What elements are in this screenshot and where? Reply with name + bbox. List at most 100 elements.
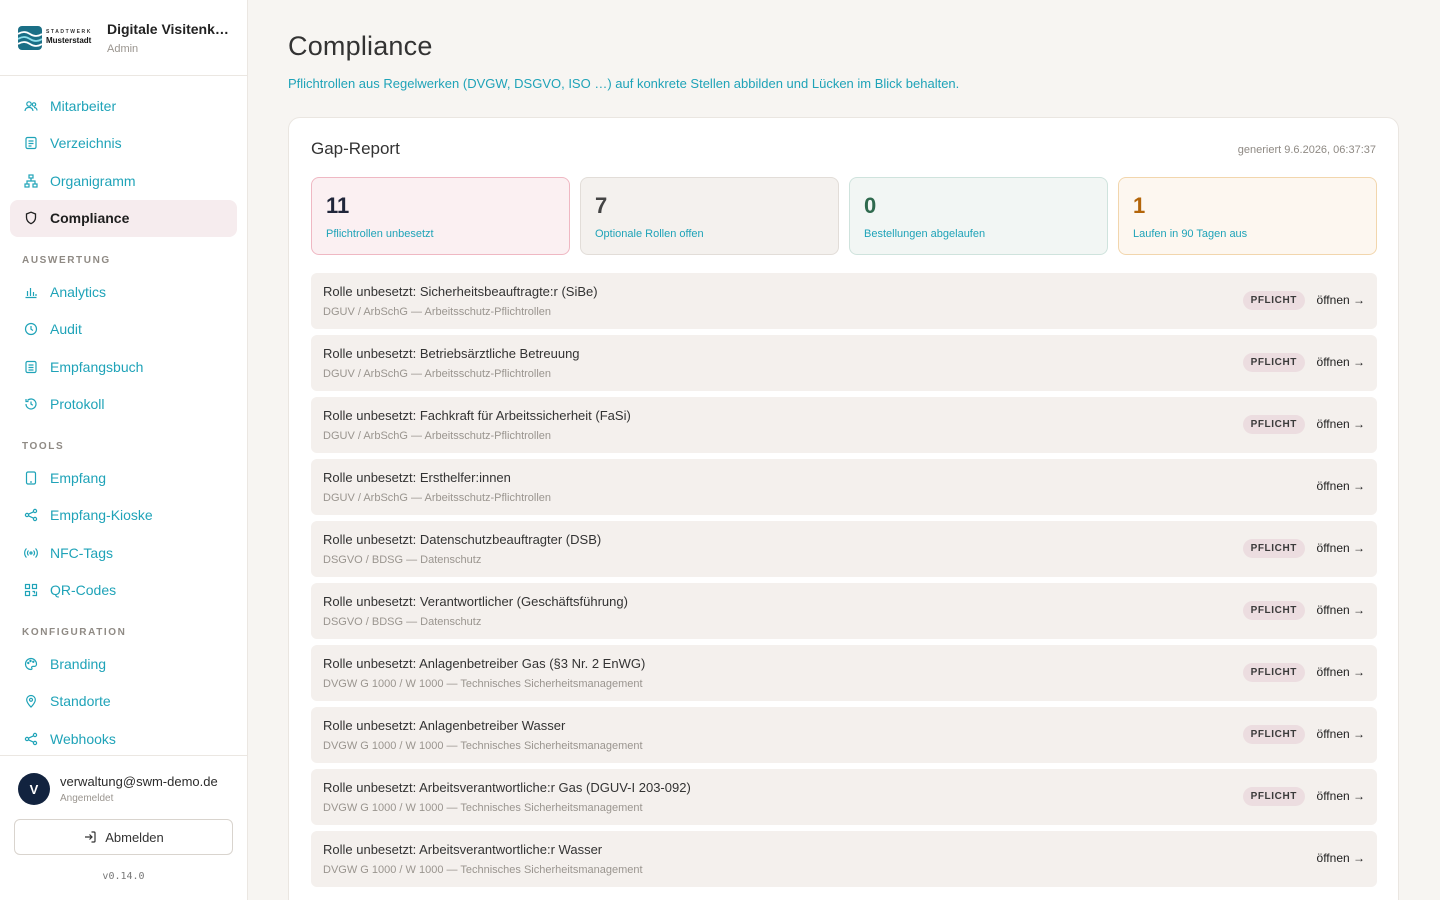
sidebar-item-audit[interactable]: Audit <box>10 311 237 349</box>
required-badge: PFLICHT <box>1242 353 1305 372</box>
gap-row-title: Rolle unbesetzt: Sicherheitsbeauftragte:… <box>323 284 598 299</box>
gap-row-title: Rolle unbesetzt: Fachkraft für Arbeitssi… <box>323 408 631 423</box>
gap-row[interactable]: Rolle unbesetzt: Anlagenbetreiber Gas (§… <box>311 645 1377 701</box>
sidebar-item-label: Audit <box>50 321 82 338</box>
gap-row-source: DSGVO / BDSG — Datenschutz <box>323 554 482 566</box>
stat-card-expiring-soon: 1 Laufen in 90 Tagen aus <box>1118 177 1377 255</box>
stat-card-required-unfilled: 11 Pflichtrollen unbesetzt <box>311 177 570 255</box>
gap-row-title: Rolle unbesetzt: Verantwortlicher (Gesch… <box>323 594 628 609</box>
required-badge: PFLICHT <box>1242 663 1305 682</box>
open-link[interactable]: öffnen → <box>1317 603 1365 617</box>
gap-row[interactable]: Rolle unbesetzt: Sicherheitsbeauftragte:… <box>311 273 1377 329</box>
sidebar-item-organigramm[interactable]: Organigramm <box>10 162 237 200</box>
brand-header[interactable]: STADTWERK Musterstadt Digitale Visitenka… <box>0 0 247 76</box>
main-content: Compliance Pflichtrollen aus Regelwerken… <box>288 0 1400 900</box>
gap-report-card: Gap-Report generiert 9.6.2026, 06:37:37 … <box>288 117 1399 900</box>
gap-row-source: DVGW G 1000 / W 1000 — Technisches Siche… <box>323 678 643 690</box>
required-badge: PFLICHT <box>1242 415 1305 434</box>
logo: STADTWERK Musterstadt <box>46 30 92 45</box>
sidebar-item-label: Empfang <box>50 469 107 486</box>
stat-label: Laufen in 90 Tagen aus <box>1133 228 1248 240</box>
users-icon <box>24 99 38 113</box>
gap-row-title: Rolle unbesetzt: Anlagenbetreiber Wasser <box>323 718 566 733</box>
gap-row[interactable]: Rolle unbesetzt: Verantwortlicher (Gesch… <box>311 583 1377 639</box>
required-badge: PFLICHT <box>1242 787 1305 806</box>
gap-row-source: DGUV / ArbSchG — Arbeitsschutz-Pflichtro… <box>323 368 552 380</box>
open-link[interactable]: öffnen → <box>1317 417 1365 431</box>
sidebar-item-empfangsbuch[interactable]: Empfangsbuch <box>10 348 237 386</box>
sidebar-item-qr-codes[interactable]: QR-Codes <box>10 572 237 610</box>
open-link[interactable]: öffnen → <box>1317 293 1365 307</box>
required-badge: PFLICHT <box>1242 539 1305 558</box>
gap-row-source: DVGW G 1000 / W 1000 — Technisches Siche… <box>323 802 643 814</box>
logout-label: Abmelden <box>105 829 164 845</box>
logout-icon <box>83 830 97 844</box>
open-link[interactable]: öffnen → <box>1317 789 1365 803</box>
stats-row: 11 Pflichtrollen unbesetzt 7 Optionale R… <box>311 177 1377 255</box>
share-icon <box>24 508 38 522</box>
user-status: Angemeldet <box>60 793 114 804</box>
stat-card-expired: 0 Bestellungen abgelaufen <box>849 177 1108 255</box>
sidebar-item-label: Empfang-Kioske <box>50 507 153 524</box>
gap-row-source: DGUV / ArbSchG — Arbeitsschutz-Pflichtro… <box>323 306 552 318</box>
sidebar-item-branding[interactable]: Branding <box>10 645 237 683</box>
sidebar-item-label: Protokoll <box>50 396 105 413</box>
sidebar-item-empfang[interactable]: Empfang <box>10 459 237 497</box>
stat-value: 1 <box>1133 193 1146 218</box>
stat-label: Bestellungen abgelaufen <box>864 228 986 240</box>
sidebar-item-label: Standorte <box>50 693 111 710</box>
sidebar-item-label: Webhooks <box>50 730 116 747</box>
sidebar-nav: Mitarbeiter Verzeichnis Organigramm Comp… <box>0 76 247 758</box>
gap-row[interactable]: Rolle unbesetzt: Ersthelfer:innen DGUV / … <box>311 459 1377 515</box>
sidebar-item-mitarbeiter[interactable]: Mitarbeiter <box>10 87 237 125</box>
qr-icon <box>24 583 38 597</box>
webhook-icon <box>24 732 38 746</box>
bar-chart-icon <box>24 285 38 299</box>
sidebar-item-label: QR-Codes <box>50 582 117 599</box>
gap-row[interactable]: Rolle unbesetzt: Fachkraft für Arbeitssi… <box>311 397 1377 453</box>
stat-label: Pflichtrollen unbesetzt <box>326 228 434 240</box>
sidebar-item-label: Verzeichnis <box>50 135 122 152</box>
page-subtitle: Pflichtrollen aus Regelwerken (DVGW, DSG… <box>288 76 960 91</box>
gap-row-source: DGUV / ArbSchG — Arbeitsschutz-Pflichtro… <box>323 430 552 442</box>
sidebar-item-webhooks[interactable]: Webhooks <box>10 720 237 758</box>
sidebar-item-label: Branding <box>50 655 107 672</box>
open-link[interactable]: öffnen → <box>1317 851 1365 865</box>
avatar: V <box>18 773 50 805</box>
palette-icon <box>24 657 38 671</box>
sidebar-item-label: Empfangsbuch <box>50 358 144 375</box>
open-link[interactable]: öffnen → <box>1317 355 1365 369</box>
open-link[interactable]: öffnen → <box>1317 541 1365 555</box>
gap-row[interactable]: Rolle unbesetzt: Betriebsärztliche Betre… <box>311 335 1377 391</box>
gap-row[interactable]: Rolle unbesetzt: Arbeitsverantwortliche:… <box>311 769 1377 825</box>
logo-wave-icon <box>18 25 42 50</box>
gap-row[interactable]: Rolle unbesetzt: Datenschutzbeauftragter… <box>311 521 1377 577</box>
open-link[interactable]: öffnen → <box>1317 665 1365 679</box>
stat-value: 11 <box>326 193 350 218</box>
gap-row-title: Rolle unbesetzt: Betriebsärztliche Betre… <box>323 346 580 361</box>
document-icon <box>24 360 38 374</box>
clock-icon <box>24 322 38 336</box>
sidebar-item-standorte[interactable]: Standorte <box>10 683 237 721</box>
gap-row-source: DVGW G 1000 / W 1000 — Technisches Siche… <box>323 864 643 876</box>
sidebar-item-label: NFC-Tags <box>50 544 114 561</box>
sidebar-item-protokoll[interactable]: Protokoll <box>10 386 237 424</box>
sidebar-item-label: Mitarbeiter <box>50 97 117 114</box>
sidebar-item-compliance[interactable]: Compliance <box>10 199 237 237</box>
gap-row[interactable]: Rolle unbesetzt: Arbeitsverantwortliche:… <box>311 831 1377 887</box>
sidebar-item-empfang-kioske[interactable]: Empfang-Kioske <box>10 497 237 535</box>
open-link[interactable]: öffnen → <box>1317 479 1365 493</box>
required-badge: PFLICHT <box>1242 601 1305 620</box>
nav-section-konfiguration: KONFIGURATION <box>22 627 127 638</box>
app-title: Digitale Visitenkarten <box>106 20 233 37</box>
stat-label: Optionale Rollen offen <box>595 228 704 240</box>
gap-row[interactable]: Rolle unbesetzt: Anlagenbetreiber Wasser… <box>311 707 1377 763</box>
sidebar-item-nfc-tags[interactable]: NFC-Tags <box>10 534 237 572</box>
logout-button[interactable]: Abmelden <box>14 819 233 855</box>
page-title: Compliance <box>288 31 433 61</box>
sidebar-item-analytics[interactable]: Analytics <box>10 273 237 311</box>
sidebar-item-verzeichnis[interactable]: Verzeichnis <box>10 125 237 163</box>
gap-row-source: DVGW G 1000 / W 1000 — Technisches Siche… <box>323 740 643 752</box>
logo-small-text: STADTWERK <box>46 29 92 35</box>
open-link[interactable]: öffnen → <box>1317 727 1365 741</box>
